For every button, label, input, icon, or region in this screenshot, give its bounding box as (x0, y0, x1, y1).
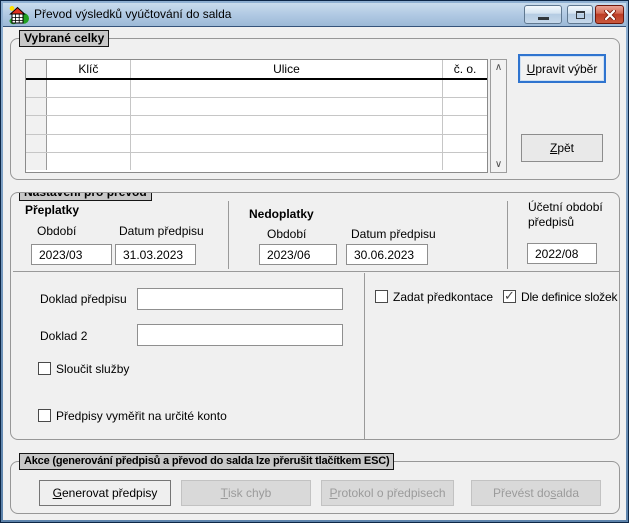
maximize-icon (576, 11, 585, 19)
checkbox-label: Zadat předkontace (393, 290, 493, 304)
print-errors-button[interactable]: Tisk chyb (181, 480, 311, 506)
table-cell[interactable] (26, 80, 47, 97)
window-title: Převod výsledků vyúčtování do salda (34, 7, 231, 21)
maximize-button[interactable] (567, 5, 593, 24)
table-cell[interactable] (131, 135, 443, 152)
doklad-predpisu-label: Doklad předpisu (40, 292, 127, 306)
checkbox-predpisy-vymerit-na-urcite-konto[interactable]: Předpisy vyměřit na určité konto (38, 409, 227, 423)
prescriptions-protocol-button[interactable]: Protokol o předpisech (321, 480, 454, 506)
section-divider (228, 201, 229, 269)
generate-prescriptions-button[interactable]: Generovat předpisy (39, 480, 171, 506)
units-table-body (26, 80, 487, 170)
column-header-klic[interactable]: Klíč (47, 60, 131, 78)
units-table-scrollbar[interactable]: ∧ ∨ (490, 59, 507, 173)
checkbox-dle-definice-slozek[interactable]: Dle definice složek (503, 290, 617, 304)
underpayments-date-input[interactable] (346, 244, 428, 265)
chevron-down-icon[interactable]: ∨ (491, 157, 506, 172)
overpayments-heading: Přeplatky (25, 203, 79, 217)
accounting-period-input[interactable] (527, 243, 597, 264)
checkbox-box (38, 409, 51, 422)
group-label-selected-units: Vybrané celky (19, 30, 109, 47)
dialog-window: Převod výsledků vyúčtování do salda Vybr… (3, 3, 626, 520)
table-row[interactable] (26, 135, 487, 153)
table-row[interactable] (26, 80, 487, 98)
table-cell[interactable] (443, 153, 487, 170)
group-actions: Akce (generování předpisů a převod do sa… (10, 461, 620, 514)
table-cell[interactable] (26, 98, 47, 115)
table-cell[interactable] (443, 135, 487, 152)
table-cell[interactable] (26, 135, 47, 152)
table-cell[interactable] (131, 116, 443, 133)
transfer-to-balance-button[interactable]: Převést do salda (471, 480, 601, 506)
table-row[interactable] (26, 153, 487, 170)
underpayments-heading: Nedoplatky (249, 207, 314, 221)
chevron-up-icon[interactable]: ∧ (491, 60, 506, 75)
overpayments-period-input[interactable] (31, 244, 112, 265)
checkbox-label: Předpisy vyměřit na určité konto (56, 409, 227, 423)
underpayments-period-label: Období (267, 227, 306, 241)
overpayments-date-input[interactable] (115, 244, 196, 265)
window-frame: Převod výsledků vyúčtování do salda Vybr… (0, 0, 629, 523)
doklad-predpisu-input[interactable] (137, 288, 343, 310)
table-cell[interactable] (47, 116, 131, 133)
checkbox-label: Dle definice složek (521, 290, 617, 304)
window-border: Převod výsledků vyúčtování do salda Vybr… (1, 1, 628, 522)
edit-selection-button[interactable]: Upravit výběr (518, 54, 606, 83)
table-row[interactable] (26, 98, 487, 116)
checkbox-box (503, 290, 516, 303)
accounting-period-label: Účetní období předpisů (528, 200, 620, 230)
table-cell[interactable] (26, 116, 47, 133)
column-header-co[interactable]: č. o. (443, 60, 487, 78)
overpayments-date-label: Datum předpisu (119, 224, 204, 238)
titlebar[interactable]: Převod výsledků vyúčtování do salda (3, 3, 626, 27)
vertical-separator (364, 273, 365, 439)
horizontal-separator (13, 271, 619, 272)
underpayments-period-input[interactable] (259, 244, 337, 265)
minimize-button[interactable] (524, 5, 562, 24)
overpayments-period-label: Období (37, 224, 76, 238)
units-table[interactable]: Klíč Ulice č. o. (25, 59, 488, 173)
doklad-2-label: Doklad 2 (40, 329, 87, 343)
doklad-2-input[interactable] (137, 324, 343, 346)
group-selected-units: Vybrané celky Klíč Ulice č. o. ∧ ∨ Uprav… (10, 38, 620, 180)
close-button[interactable] (595, 5, 624, 24)
table-cell[interactable] (47, 80, 131, 97)
table-cell[interactable] (47, 98, 131, 115)
minimize-icon (538, 17, 549, 20)
checkbox-zadat-predkontace[interactable]: Zadat předkontace (375, 290, 493, 304)
table-cell[interactable] (47, 153, 131, 170)
table-cell[interactable] (131, 80, 443, 97)
checkbox-label: Sloučit služby (56, 362, 129, 376)
checkbox-box (38, 362, 51, 375)
house-icon (9, 5, 29, 25)
table-cell[interactable] (443, 116, 487, 133)
table-cell[interactable] (47, 135, 131, 152)
column-header-selector (26, 60, 47, 78)
table-cell[interactable] (131, 98, 443, 115)
table-row[interactable] (26, 116, 487, 134)
section-divider (507, 201, 508, 269)
group-label-actions: Akce (generování předpisů a převod do sa… (19, 453, 394, 470)
checkbox-box (375, 290, 388, 303)
dialog-client-area: Vybrané celky Klíč Ulice č. o. ∧ ∨ Uprav… (3, 27, 626, 520)
close-icon (604, 10, 616, 20)
group-label-transfer-settings: Nastavení pro převod (19, 192, 152, 201)
table-cell[interactable] (131, 153, 443, 170)
table-cell[interactable] (443, 80, 487, 97)
underpayments-date-label: Datum předpisu (351, 227, 436, 241)
table-cell[interactable] (26, 153, 47, 170)
units-table-header: Klíč Ulice č. o. (26, 60, 487, 80)
table-cell[interactable] (443, 98, 487, 115)
checkbox-sloucit-sluzby[interactable]: Sloučit služby (38, 362, 129, 376)
group-transfer-settings: Nastavení pro převod Přeplatky Období Da… (10, 192, 620, 440)
column-header-ulice[interactable]: Ulice (131, 60, 443, 78)
back-button[interactable]: Zpět (521, 134, 603, 162)
